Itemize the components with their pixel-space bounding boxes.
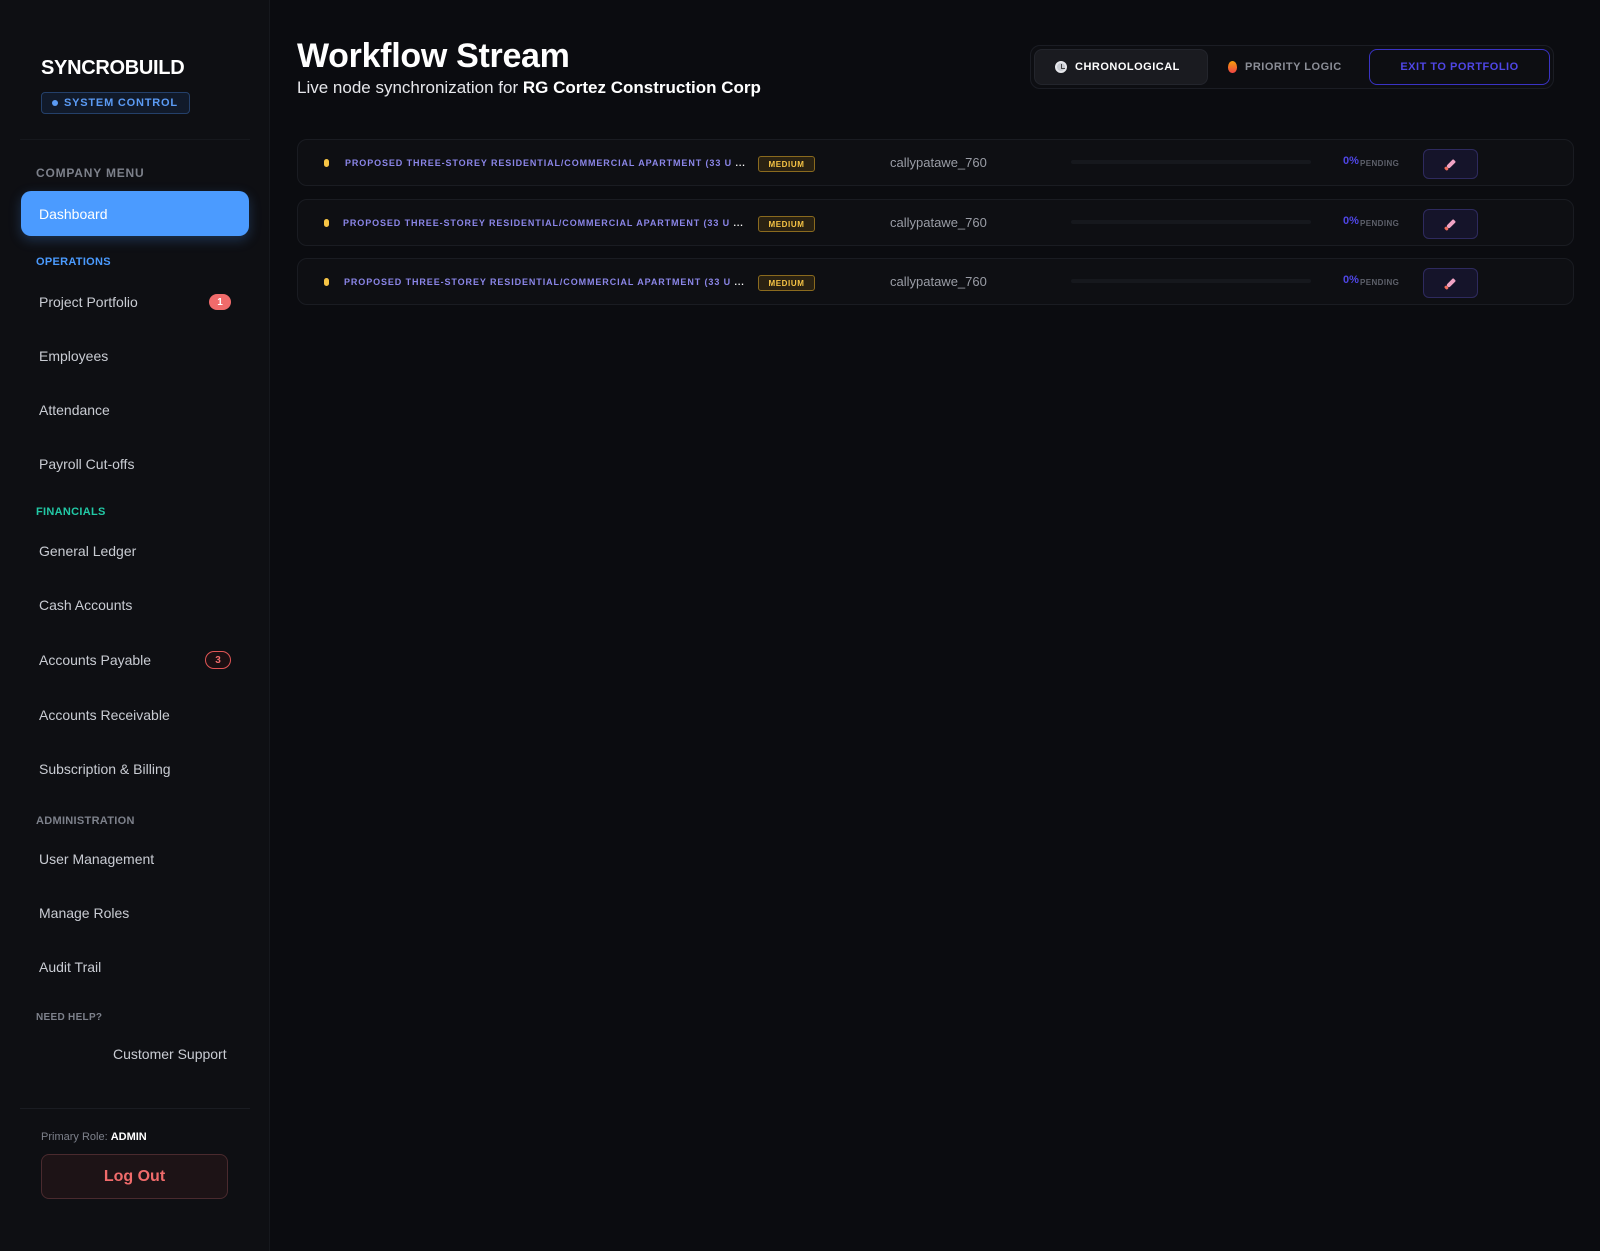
exit-to-portfolio-button[interactable]: EXIT TO PORTFOLIO bbox=[1369, 49, 1550, 85]
sidebar-divider bbox=[20, 139, 250, 140]
view-toolbar: CHRONOLOGICAL PRIORITY LOGIC EXIT TO POR… bbox=[1030, 45, 1554, 89]
sidebar-item-user-management[interactable]: User Management bbox=[21, 839, 249, 879]
sidebar-item-accounts-payable[interactable]: Accounts Payable 3 bbox=[21, 640, 249, 680]
sidebar-item-subscription-billing[interactable]: Subscription & Billing bbox=[21, 749, 249, 789]
sidebar-item-general-ledger[interactable]: General Ledger bbox=[21, 531, 249, 571]
flame-icon bbox=[1228, 61, 1237, 73]
brand-logo: SYNCROBUILD bbox=[41, 57, 185, 79]
sidebar-item-cash-accounts[interactable]: Cash Accounts bbox=[21, 585, 249, 625]
sidebar-item-label: Payroll Cut-offs bbox=[39, 456, 135, 472]
primary-role-value: ADMIN bbox=[110, 1131, 147, 1143]
sidebar-item-label: Accounts Payable bbox=[39, 652, 152, 668]
section-operations: OPERATIONS bbox=[36, 256, 111, 268]
customer-support-link[interactable]: Customer Support bbox=[113, 1046, 227, 1062]
priority-dot-icon bbox=[324, 219, 329, 227]
page-title: Workflow Stream bbox=[297, 37, 570, 75]
priority-badge: MEDIUM bbox=[758, 156, 815, 172]
workflow-row[interactable]: PROPOSED THREE-STOREY RESIDENTIAL/COMMER… bbox=[297, 139, 1574, 186]
rocket-icon bbox=[1445, 159, 1456, 169]
workflow-row[interactable]: PROPOSED THREE-STOREY RESIDENTIAL/COMMER… bbox=[297, 199, 1574, 246]
sidebar-item-dashboard[interactable]: Dashboard bbox=[21, 191, 249, 236]
status-dot-icon bbox=[52, 100, 58, 106]
assignee-username: callypatawe_760 bbox=[890, 215, 987, 230]
primary-role: Primary Role: ADMIN bbox=[41, 1131, 147, 1143]
subtitle-prefix: Live node synchronization for bbox=[297, 78, 519, 97]
exit-to-portfolio-label: EXIT TO PORTFOLIO bbox=[1400, 61, 1519, 73]
sidebar-item-label: Subscription & Billing bbox=[39, 761, 171, 777]
chronological-button[interactable]: CHRONOLOGICAL bbox=[1034, 49, 1208, 85]
progress-percent: 0% bbox=[1343, 274, 1359, 286]
assignee-username: callypatawe_760 bbox=[890, 274, 987, 289]
progress-percent: 0% bbox=[1343, 155, 1359, 167]
priority-dot-icon bbox=[324, 159, 329, 167]
priority-badge: MEDIUM bbox=[758, 216, 815, 232]
status-label: PENDING bbox=[1360, 159, 1400, 168]
sidebar-item-audit-trail[interactable]: Audit Trail bbox=[21, 947, 249, 987]
primary-role-label: Primary Role: bbox=[41, 1131, 108, 1143]
notification-badge: 3 bbox=[205, 651, 231, 669]
sidebar-item-label: User Management bbox=[39, 851, 155, 867]
system-control-badge: SYSTEM CONTROL bbox=[41, 92, 190, 114]
priority-logic-label: PRIORITY LOGIC bbox=[1245, 61, 1342, 73]
sidebar-footer-divider bbox=[20, 1108, 250, 1109]
sidebar-item-label: Audit Trail bbox=[39, 959, 102, 975]
status-label: PENDING bbox=[1360, 278, 1400, 287]
priority-logic-button[interactable]: PRIORITY LOGIC bbox=[1228, 49, 1342, 85]
progress-bar bbox=[1071, 220, 1311, 224]
chronological-label: CHRONOLOGICAL bbox=[1075, 61, 1180, 73]
sidebar-item-label: Project Portfolio bbox=[39, 294, 138, 310]
sidebar: SYNCROBUILD SYSTEM CONTROL COMPANY MENU … bbox=[0, 0, 270, 1251]
progress-bar bbox=[1071, 279, 1311, 283]
company-name: RG Cortez Construction Corp bbox=[522, 78, 761, 97]
project-title: PROPOSED THREE-STOREY RESIDENTIAL/COMMER… bbox=[345, 158, 746, 168]
section-administration: ADMINISTRATION bbox=[36, 815, 135, 827]
sidebar-item-project-portfolio[interactable]: Project Portfolio 1 bbox=[21, 282, 249, 322]
assignee-username: callypatawe_760 bbox=[890, 155, 987, 170]
workflow-row[interactable]: PROPOSED THREE-STOREY RESIDENTIAL/COMMER… bbox=[297, 258, 1574, 305]
sidebar-item-label: General Ledger bbox=[39, 543, 137, 559]
sidebar-item-accounts-receivable[interactable]: Accounts Receivable bbox=[21, 695, 249, 735]
page-subtitle: Live node synchronization for RG Cortez … bbox=[297, 78, 761, 98]
sidebar-item-attendance[interactable]: Attendance bbox=[21, 390, 249, 430]
priority-badge: MEDIUM bbox=[758, 275, 815, 291]
rocket-icon bbox=[1445, 219, 1456, 229]
launch-button[interactable] bbox=[1423, 149, 1478, 179]
notification-badge: 1 bbox=[209, 294, 231, 310]
sidebar-item-label: Accounts Receivable bbox=[39, 707, 170, 723]
sidebar-item-manage-roles[interactable]: Manage Roles bbox=[21, 893, 249, 933]
sidebar-item-label: Attendance bbox=[39, 402, 110, 418]
sidebar-item-label: Cash Accounts bbox=[39, 597, 133, 613]
clock-icon bbox=[1055, 61, 1067, 73]
sidebar-item-label: Employees bbox=[39, 348, 109, 364]
progress-bar bbox=[1071, 160, 1311, 164]
project-title: PROPOSED THREE-STOREY RESIDENTIAL/COMMER… bbox=[343, 218, 744, 228]
launch-button[interactable] bbox=[1423, 268, 1478, 298]
sidebar-item-label: Dashboard bbox=[39, 205, 108, 222]
sidebar-item-payroll-cutoffs[interactable]: Payroll Cut-offs bbox=[21, 444, 249, 484]
status-label: PENDING bbox=[1360, 219, 1400, 228]
company-menu-heading: COMPANY MENU bbox=[36, 166, 145, 180]
section-need-help: NEED HELP? bbox=[36, 1012, 103, 1023]
sidebar-item-employees[interactable]: Employees bbox=[21, 336, 249, 376]
section-financials: FINANCIALS bbox=[36, 506, 106, 518]
system-control-label: SYSTEM CONTROL bbox=[64, 97, 178, 109]
launch-button[interactable] bbox=[1423, 209, 1478, 239]
sidebar-item-label: Manage Roles bbox=[39, 905, 130, 921]
project-title: PROPOSED THREE-STOREY RESIDENTIAL/COMMER… bbox=[344, 277, 745, 287]
progress-percent: 0% bbox=[1343, 215, 1359, 227]
rocket-icon bbox=[1445, 278, 1456, 288]
priority-dot-icon bbox=[324, 278, 329, 286]
logout-button[interactable]: Log Out bbox=[41, 1154, 228, 1199]
